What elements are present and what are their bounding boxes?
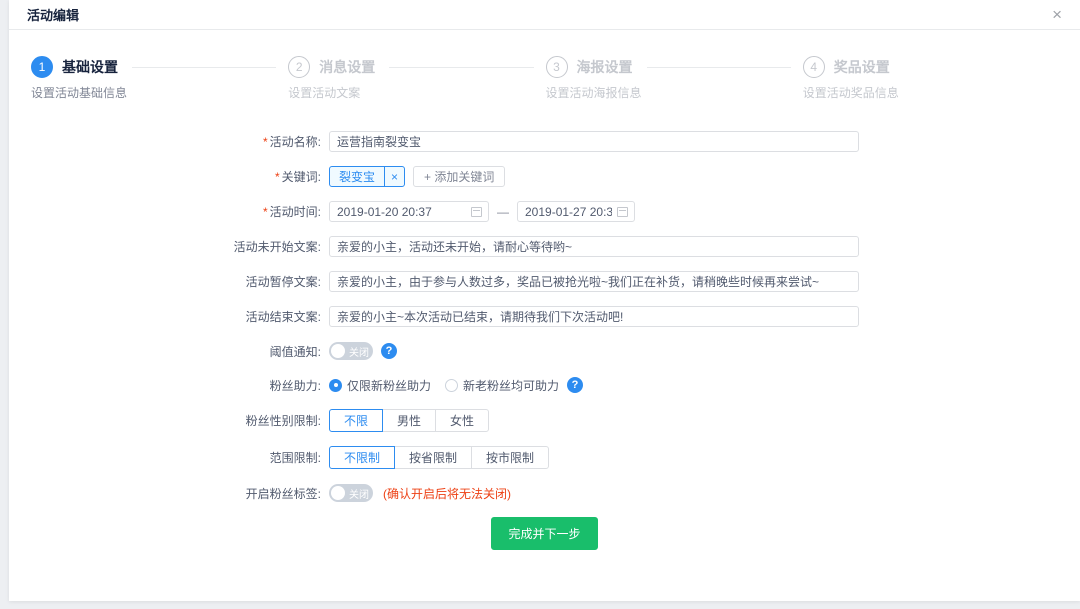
page-title: 活动编辑 — [27, 5, 79, 24]
keyword-row: *关键词: 裂变宝 × + 添加关键词 — [9, 166, 1080, 187]
step-3-title: 海报设置 — [577, 57, 633, 77]
close-icon[interactable]: × — [1052, 6, 1062, 23]
help-icon[interactable]: ? — [567, 377, 583, 393]
gender-limit-label: 粉丝性别限制: — [9, 412, 321, 429]
radio-all-fans[interactable]: 新老粉丝均可助力 — [445, 377, 559, 394]
paused-copy-input[interactable] — [329, 271, 859, 292]
step-3-subtitle: 设置活动海报信息 — [546, 84, 803, 101]
gender-option-female[interactable]: 女性 — [435, 409, 489, 432]
range-option-by-city[interactable]: 按市限制 — [471, 446, 549, 469]
finish-next-step-button[interactable]: 完成并下一步 — [491, 517, 597, 550]
step-2-badge: 2 — [288, 56, 310, 78]
fan-tag-row: 开启粉丝标签: 关闭 (确认开启后将无法关闭) — [9, 483, 1080, 503]
not-started-copy-input[interactable] — [329, 236, 859, 257]
not-started-copy-label: 活动未开始文案: — [9, 238, 321, 255]
step-connector — [647, 67, 791, 68]
step-1-badge: 1 — [31, 56, 53, 78]
fan-tag-label: 开启粉丝标签: — [9, 485, 321, 502]
toggle-knob — [331, 344, 345, 358]
gender-option-unlimited[interactable]: 不限 — [329, 409, 383, 432]
radio-new-fans-only[interactable]: 仅限新粉丝助力 — [329, 377, 431, 394]
toggle-knob — [331, 486, 345, 500]
activity-time-label: *活动时间: — [9, 203, 321, 220]
keyword-label: *关键词: — [9, 168, 321, 185]
paused-copy-label: 活动暂停文案: — [9, 273, 321, 290]
fan-assist-row: 粉丝助力: 仅限新粉丝助力 新老粉丝均可助力 ? — [9, 375, 1080, 395]
step-basic-settings[interactable]: 1 基础设置 设置活动基础信息 — [31, 56, 288, 101]
required-mark: * — [275, 170, 280, 184]
range-limit-row: 范围限制: 不限制 按省限制 按市限制 — [9, 446, 1080, 469]
gender-limit-group: 不限 男性 女性 — [329, 409, 489, 432]
step-prize-settings[interactable]: 4 奖品设置 设置活动奖品信息 — [803, 56, 1060, 101]
tag-close-icon[interactable]: × — [384, 167, 404, 186]
activity-time-row: *活动时间: — — [9, 201, 1080, 222]
keyword-tag: 裂变宝 × — [329, 166, 405, 187]
radio-selected-icon — [329, 379, 342, 392]
ended-copy-row: 活动结束文案: — [9, 306, 1080, 327]
fan-assist-label: 粉丝助力: — [9, 377, 321, 394]
step-connector — [132, 67, 276, 68]
range-option-by-province[interactable]: 按省限制 — [394, 446, 472, 469]
submit-row: 完成并下一步 — [9, 517, 1080, 550]
step-4-subtitle: 设置活动奖品信息 — [803, 84, 1060, 101]
step-message-settings[interactable]: 2 消息设置 设置活动文案 — [288, 56, 545, 101]
range-limit-label: 范围限制: — [9, 449, 321, 466]
activity-name-row: *活动名称: — [9, 131, 1080, 152]
threshold-notify-toggle[interactable]: 关闭 — [329, 342, 373, 360]
paused-copy-row: 活动暂停文案: — [9, 271, 1080, 292]
basic-settings-form: *活动名称: *关键词: 裂变宝 × + 添加关键词 *活动时间: — [9, 131, 1080, 550]
modal-header: 活动编辑 × — [9, 0, 1080, 30]
date-range-separator: — — [497, 205, 509, 219]
step-poster-settings[interactable]: 3 海报设置 设置活动海报信息 — [546, 56, 803, 101]
step-4-title: 奖品设置 — [834, 57, 890, 77]
range-limit-group: 不限制 按省限制 按市限制 — [329, 446, 549, 469]
fan-tag-toggle[interactable]: 关闭 — [329, 484, 373, 502]
add-keyword-button[interactable]: + 添加关键词 — [413, 166, 505, 187]
required-mark: * — [263, 135, 268, 149]
step-connector — [389, 67, 533, 68]
toggle-state-label: 关闭 — [349, 344, 369, 359]
toggle-state-label: 关闭 — [349, 486, 369, 501]
step-4-badge: 4 — [803, 56, 825, 78]
threshold-notify-row: 阈值通知: 关闭 ? — [9, 341, 1080, 361]
step-1-subtitle: 设置活动基础信息 — [31, 84, 288, 101]
threshold-notify-label: 阈值通知: — [9, 343, 321, 360]
help-icon[interactable]: ? — [381, 343, 397, 359]
gender-limit-row: 粉丝性别限制: 不限 男性 女性 — [9, 409, 1080, 432]
range-option-unlimited[interactable]: 不限制 — [329, 446, 395, 469]
radio-unselected-icon — [445, 379, 458, 392]
step-2-subtitle: 设置活动文案 — [288, 84, 545, 101]
steps-wizard: 1 基础设置 设置活动基础信息 2 消息设置 设置活动文案 3 海报设置 设置活… — [9, 30, 1080, 101]
ended-copy-input[interactable] — [329, 306, 859, 327]
required-mark: * — [263, 205, 268, 219]
ended-copy-label: 活动结束文案: — [9, 308, 321, 325]
calendar-icon[interactable] — [617, 207, 628, 217]
fan-tag-warning-note: (确认开启后将无法关闭) — [383, 485, 511, 502]
not-started-copy-row: 活动未开始文案: — [9, 236, 1080, 257]
activity-name-input[interactable] — [329, 131, 859, 152]
calendar-icon[interactable] — [471, 207, 482, 217]
step-3-badge: 3 — [546, 56, 568, 78]
start-time-input[interactable] — [329, 201, 489, 222]
keyword-tag-text: 裂变宝 — [330, 168, 384, 185]
step-1-title: 基础设置 — [62, 57, 118, 77]
gender-option-male[interactable]: 男性 — [382, 409, 436, 432]
step-2-title: 消息设置 — [319, 57, 375, 77]
activity-name-label: *活动名称: — [9, 133, 321, 150]
activity-edit-modal: 活动编辑 × 1 基础设置 设置活动基础信息 2 消息设置 设置活动文案 3 海… — [9, 0, 1080, 601]
